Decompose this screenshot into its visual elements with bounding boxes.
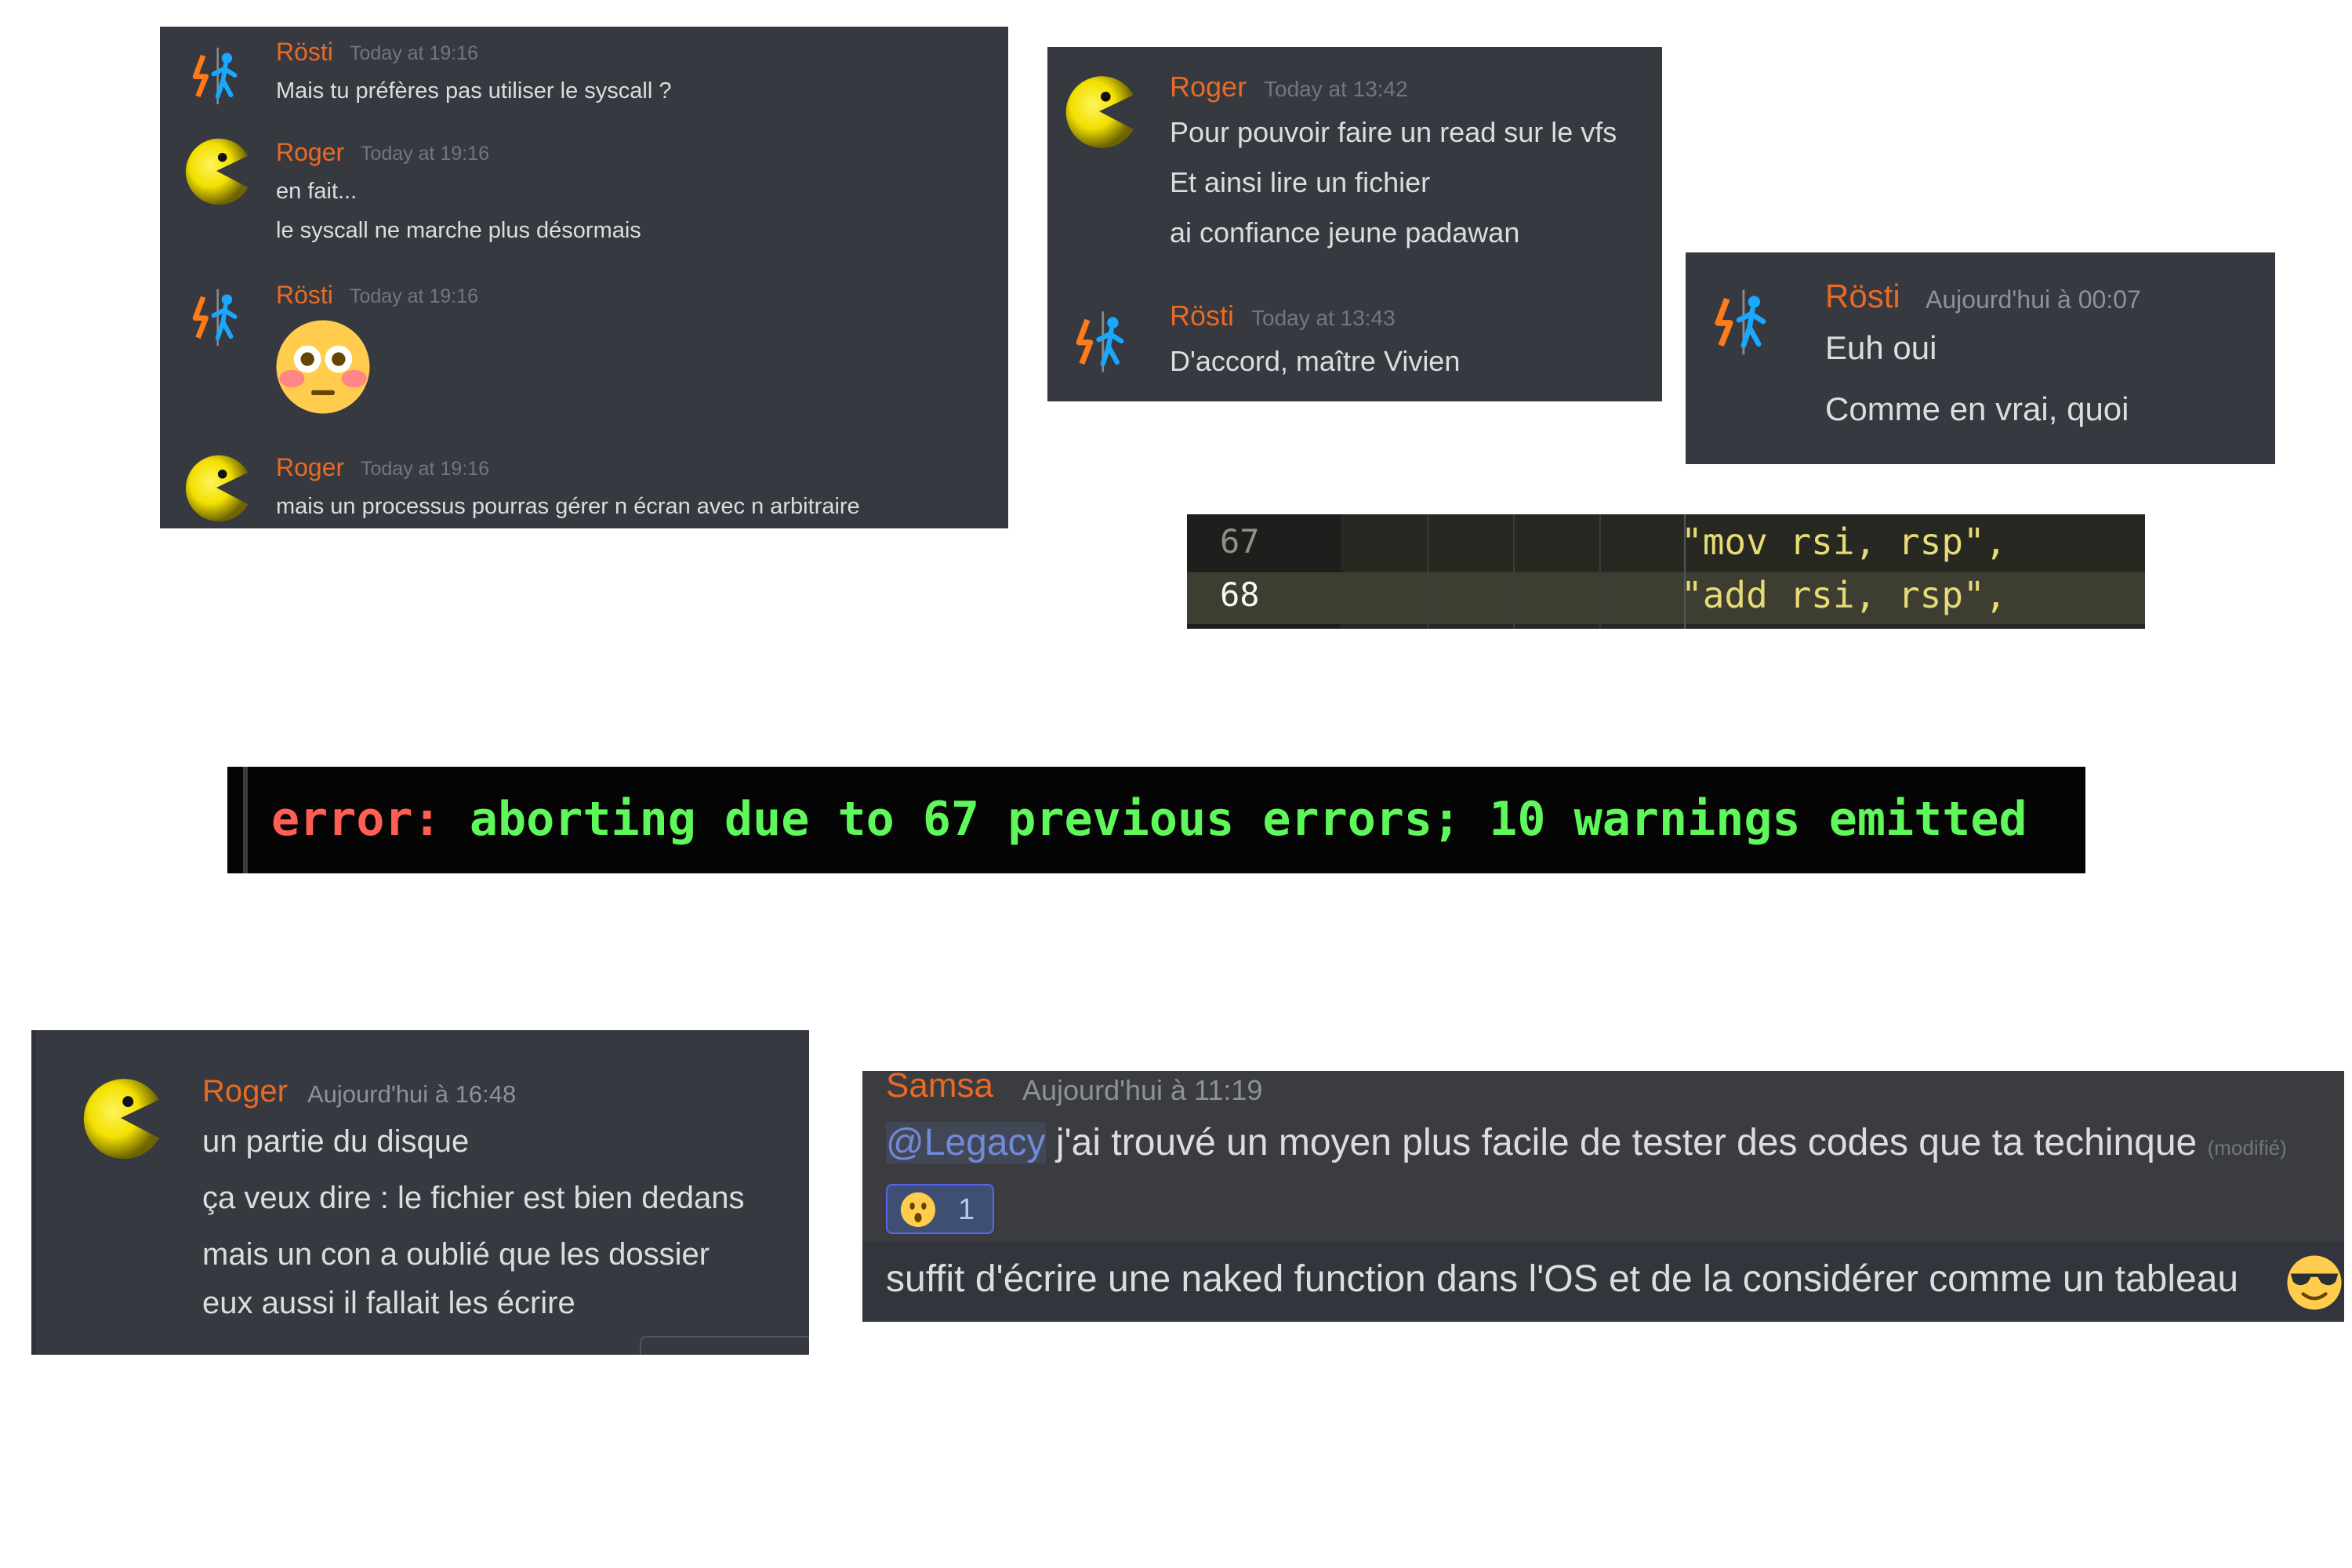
portal-figure-icon[interactable] <box>183 284 249 350</box>
error-message: aborting due to 67 previous errors; 10 w… <box>441 792 2027 847</box>
chat-panel-2: Roger Today at 13:42 Pour pouvoir faire … <box>1047 47 1662 401</box>
message-text: le syscall ne marche plus désormais <box>276 218 641 243</box>
terminal-gutter <box>243 767 248 873</box>
edited-label: (modifié) <box>2207 1136 2287 1160</box>
message-text: mais un processus pourras gérer n écran … <box>276 494 860 519</box>
message-text: Pour pouvoir faire un read sur le vfs <box>1170 116 1617 148</box>
sunglasses-face-icon <box>2287 1255 2342 1310</box>
portal-figure-icon[interactable] <box>183 42 249 108</box>
chat-panel-5: Samsa Aujourd'hui à 11:19 @Legacy j'ai t… <box>862 1071 2344 1322</box>
timestamp: Today at 13:43 <box>1251 306 1396 330</box>
message-text: suffit d'écrire une naked function dans … <box>886 1258 2239 1300</box>
message-text: Et ainsi lire un fichier <box>1170 166 1431 198</box>
panel-edge <box>31 1030 36 1355</box>
code-line-active[interactable]: 68 "add rsi, rsp", <box>1187 572 2145 624</box>
timestamp: Today at 19:16 <box>361 458 490 480</box>
author-name[interactable]: Rösti <box>1825 278 1900 315</box>
flushed-face-icon <box>276 320 370 414</box>
code-text: "mov rsi, rsp", <box>1681 521 2007 563</box>
error-prefix: error: <box>271 792 441 847</box>
indent-guide <box>1427 514 1428 629</box>
message-text: mais un con a oublié que les dossier <box>202 1237 710 1272</box>
code-line[interactable]: 67 "mov rsi, rsp", <box>1187 517 2145 569</box>
chat-panel-1: Rösti Today at 19:16 Mais tu préfères pa… <box>160 27 1008 528</box>
author-name[interactable]: Roger <box>202 1074 288 1109</box>
timestamp: Today at 19:16 <box>350 42 479 64</box>
reaction-button[interactable]: 1 <box>886 1184 994 1234</box>
chat-panel-4: Roger Aujourd'hui à 16:48 un partie du d… <box>31 1030 809 1355</box>
line-number: 67 <box>1220 522 1260 561</box>
author-name[interactable]: Rösti <box>1170 299 1234 332</box>
error-line: error: aborting due to 67 previous error… <box>271 792 2027 847</box>
message-text: @Legacy j'ai trouvé un moyen plus facile… <box>886 1121 2287 1164</box>
timestamp: Today at 13:42 <box>1264 77 1408 101</box>
timestamp: Aujourd'hui à 16:48 <box>307 1080 517 1108</box>
timestamp: Aujourd'hui à 00:07 <box>1926 285 2141 314</box>
message-text: Euh oui <box>1825 329 1937 366</box>
message-text: ai confiance jeune padawan <box>1170 216 1520 249</box>
pacman-icon[interactable] <box>179 450 254 525</box>
author-name[interactable]: Samsa <box>886 1071 993 1105</box>
pacman-icon[interactable] <box>1058 71 1140 152</box>
pacman-icon[interactable] <box>75 1073 166 1163</box>
hushed-face-icon <box>900 1192 936 1228</box>
message-text: Mais tu préfères pas utiliser le syscall… <box>276 78 672 103</box>
message-text: D'accord, maître Vivien <box>1170 345 1461 377</box>
chat-panel-3: Rösti Aujourd'hui à 00:07 Euh oui Comme … <box>1686 252 2275 464</box>
message-text: eux aussi il fallait les écrire <box>202 1286 575 1320</box>
message-text: un partie du disque <box>202 1124 470 1159</box>
timestamp: Today at 19:16 <box>361 143 490 165</box>
author-name[interactable]: Rösti <box>276 38 333 67</box>
timestamp: Today at 19:16 <box>350 285 479 307</box>
author-name[interactable]: Roger <box>1170 71 1247 103</box>
indent-guide <box>1513 514 1515 629</box>
timestamp: Aujourd'hui à 11:19 <box>1022 1074 1263 1106</box>
author-name[interactable]: Roger <box>276 453 344 482</box>
code-text: "add rsi, rsp", <box>1681 574 2007 616</box>
author-name[interactable]: Rösti <box>276 281 333 310</box>
message-text: en fait... <box>276 179 358 204</box>
pacman-icon[interactable] <box>179 133 254 209</box>
message-text: ça veux dire : le fichier est bien dedan… <box>202 1181 745 1215</box>
portal-figure-icon[interactable] <box>1066 306 1137 376</box>
line-number: 68 <box>1220 575 1260 614</box>
message-hover-toolbar[interactable] <box>640 1336 809 1355</box>
reaction-count: 1 <box>958 1193 975 1226</box>
indent-guide <box>1684 514 1686 629</box>
message-body: j'ai trouvé un moyen plus facile de test… <box>1045 1122 2198 1163</box>
user-mention[interactable]: @Legacy <box>886 1122 1046 1163</box>
message-text: Comme en vrai, quoi <box>1825 390 2129 427</box>
code-editor-snippet: 67 "mov rsi, rsp", 68 "add rsi, rsp", <box>1187 514 2145 629</box>
author-name[interactable]: Roger <box>276 138 344 167</box>
indent-guide <box>1599 514 1601 629</box>
portal-figure-icon[interactable] <box>1704 284 1780 359</box>
compiler-error-output: error: aborting due to 67 previous error… <box>227 767 2085 873</box>
